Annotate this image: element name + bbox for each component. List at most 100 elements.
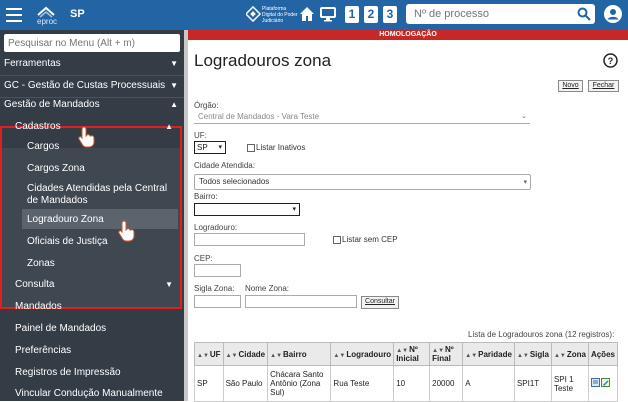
sort-icon: ▲▼ (516, 352, 529, 359)
col-label: Ações (590, 349, 615, 359)
environment-banner: HOMOLOGAÇÃO (188, 30, 628, 40)
cep-input[interactable] (194, 264, 241, 277)
sigla-zona-input[interactable] (194, 295, 241, 308)
col-uf[interactable]: ▲▼UF (194, 342, 224, 366)
shortcut-2-button[interactable]: 2 (364, 6, 378, 23)
logradouro-label: Logradouro: (194, 223, 238, 232)
svg-text:?: ? (608, 56, 614, 66)
cell-zona: SPI 1 Teste (550, 365, 589, 402)
cell-bairro: Chácara Santo Antônio (Zona Sul) (267, 365, 332, 402)
sidebar-item-label: Preferências (15, 345, 72, 356)
cell-logradouro: Rua Teste (330, 365, 395, 402)
sidebar-item-label: Cargos (27, 141, 60, 152)
table-row: SP São Paulo Chácara Santo Antônio (Zona… (194, 365, 619, 402)
sidebar-item-cidades[interactable]: Cidades Atendidas pela Central de Mandad… (27, 183, 175, 207)
shortcut-1-button[interactable]: 1 (345, 6, 359, 23)
col-zona[interactable]: ▲▼Zona (550, 342, 589, 366)
col-label: Sigla (529, 349, 549, 359)
sort-icon: ▲▼ (270, 352, 283, 359)
col-cidade[interactable]: ▲▼Cidade (222, 342, 269, 366)
sidebar-item-label: Mandados (15, 301, 62, 312)
col-n-final[interactable]: ▲▼Nº Final (429, 342, 464, 366)
orgao-select[interactable]: Central de Mandados - Vara Teste ⌄ (194, 111, 530, 124)
sidebar-item-gestao-mandados[interactable]: Gestão de Mandados ▲ (0, 95, 184, 115)
nome-zona-input[interactable] (245, 295, 357, 308)
sidebar-item-preferencias[interactable]: Preferências (15, 344, 175, 358)
cidade-select[interactable]: Todos selecionados ▾ (194, 174, 531, 190)
sidebar-item-label: Vincular Condução Manualmente (15, 388, 163, 399)
cep-label: CEP: (194, 254, 213, 263)
col-label: Paridade (478, 349, 512, 359)
chevron-down-icon: ▾ (292, 206, 296, 213)
sidebar-item-label: Cadastros (15, 121, 61, 132)
sidebar-item-gc[interactable]: GC - Gestão de Custas Processuais ▼ (0, 76, 184, 96)
table-header-row: ▲▼UF ▲▼Cidade ▲▼Bairro ▲▼Logradouro ▲▼Nº… (194, 342, 619, 366)
cell-cidade: São Paulo (222, 365, 269, 402)
listar-sem-cep-checkbox[interactable] (333, 236, 341, 244)
cell-n-final: 20000 (429, 365, 464, 402)
orgao-label: Órgão: (194, 101, 219, 110)
col-label: Cidade (238, 349, 266, 359)
cell-acoes (587, 365, 619, 402)
col-paridade[interactable]: ▲▼Paridade (462, 342, 515, 366)
cell-paridade: A (462, 365, 515, 402)
fechar-button[interactable]: Fechar (588, 80, 619, 92)
listar-inativos-label: Listar Inativos (256, 143, 306, 152)
sidebar-item-label: Cidades Atendidas pela Central de Mandad… (27, 183, 168, 206)
view-icon[interactable] (590, 378, 600, 387)
menu-icon[interactable] (6, 8, 22, 22)
novo-button[interactable]: Novo (558, 80, 583, 92)
sidebar-item-cargos-zona[interactable]: Cargos Zona (27, 162, 175, 176)
sidebar-item-label: Gestão de Mandados (4, 99, 100, 110)
sidebar-item-logradouro-zona[interactable]: Logradouro Zona (27, 213, 175, 227)
user-icon[interactable] (604, 5, 622, 23)
sidebar-item-oficiais[interactable]: Oficiais de Justiça (27, 235, 175, 249)
sidebar-item-vincular[interactable]: Vincular Condução Manualmente (15, 387, 175, 401)
sidebar-item-registros[interactable]: Registros de Impressão (15, 366, 175, 380)
monitor-icon[interactable] (320, 6, 336, 22)
sidebar-item-label: Zonas (27, 258, 55, 269)
sidebar-item-painel[interactable]: Painel de Mandados (15, 322, 175, 336)
sidebar-item-cargos[interactable]: Cargos (27, 140, 175, 154)
edit-icon[interactable] (600, 378, 610, 387)
shortcut-3-button[interactable]: 3 (383, 6, 397, 23)
menu-search-input[interactable] (4, 34, 180, 52)
chevron-down-icon: ▼ (170, 81, 178, 90)
chevron-down-icon: ⌄ (521, 113, 527, 120)
listar-inativos-checkbox[interactable] (247, 144, 255, 152)
chevron-down-icon: ▼ (165, 280, 173, 289)
search-icon[interactable] (577, 7, 591, 21)
cell-uf: SP (194, 365, 224, 402)
logradouro-input[interactable] (194, 233, 305, 246)
list-info: Lista de Logradouros zona (12 registros)… (468, 330, 615, 339)
listar-sem-cep-label: Listar sem CEP (342, 235, 398, 244)
col-sigla[interactable]: ▲▼Sigla (513, 342, 552, 366)
col-label: Logradouro (346, 349, 392, 359)
col-label: Bairro (283, 349, 307, 359)
sidebar-item-mandados[interactable]: Mandados (15, 300, 175, 314)
bairro-select[interactable]: ▾ (194, 203, 300, 216)
uf-select[interactable]: SP ▾ (194, 141, 226, 154)
sidebar-item-zonas[interactable]: Zonas (27, 257, 175, 271)
bairro-label: Bairro: (194, 192, 218, 201)
help-icon[interactable]: ? (603, 53, 618, 68)
sort-icon: ▲▼ (333, 352, 346, 359)
state-label: SP (70, 8, 85, 20)
col-label: UF (209, 349, 221, 359)
top-bar: eproc SP Plataforma Digital do Poder Jud… (0, 0, 628, 30)
sidebar-item-label: Oficiais de Justiça (27, 236, 108, 247)
home-icon[interactable] (299, 6, 315, 22)
col-bairro[interactable]: ▲▼Bairro (267, 342, 332, 366)
sidebar-item-ferramentas[interactable]: Ferramentas ▼ (0, 54, 184, 74)
col-n-inicial[interactable]: ▲▼Nº Inicial (393, 342, 431, 366)
sidebar-item-label: Registros de Impressão (15, 367, 121, 378)
process-search-input[interactable] (406, 4, 566, 24)
sidebar-item-consulta[interactable]: Consulta ▼ (15, 278, 175, 292)
menu-search (4, 34, 180, 52)
uf-value: SP (197, 143, 208, 152)
consultar-button[interactable]: Consultar (361, 296, 399, 309)
col-logradouro[interactable]: ▲▼Logradouro (330, 342, 395, 366)
col-acoes: Ações (587, 342, 619, 366)
sigla-zona-label: Sigla Zona: (194, 284, 235, 293)
sidebar-item-label: Logradouro Zona (27, 214, 104, 225)
